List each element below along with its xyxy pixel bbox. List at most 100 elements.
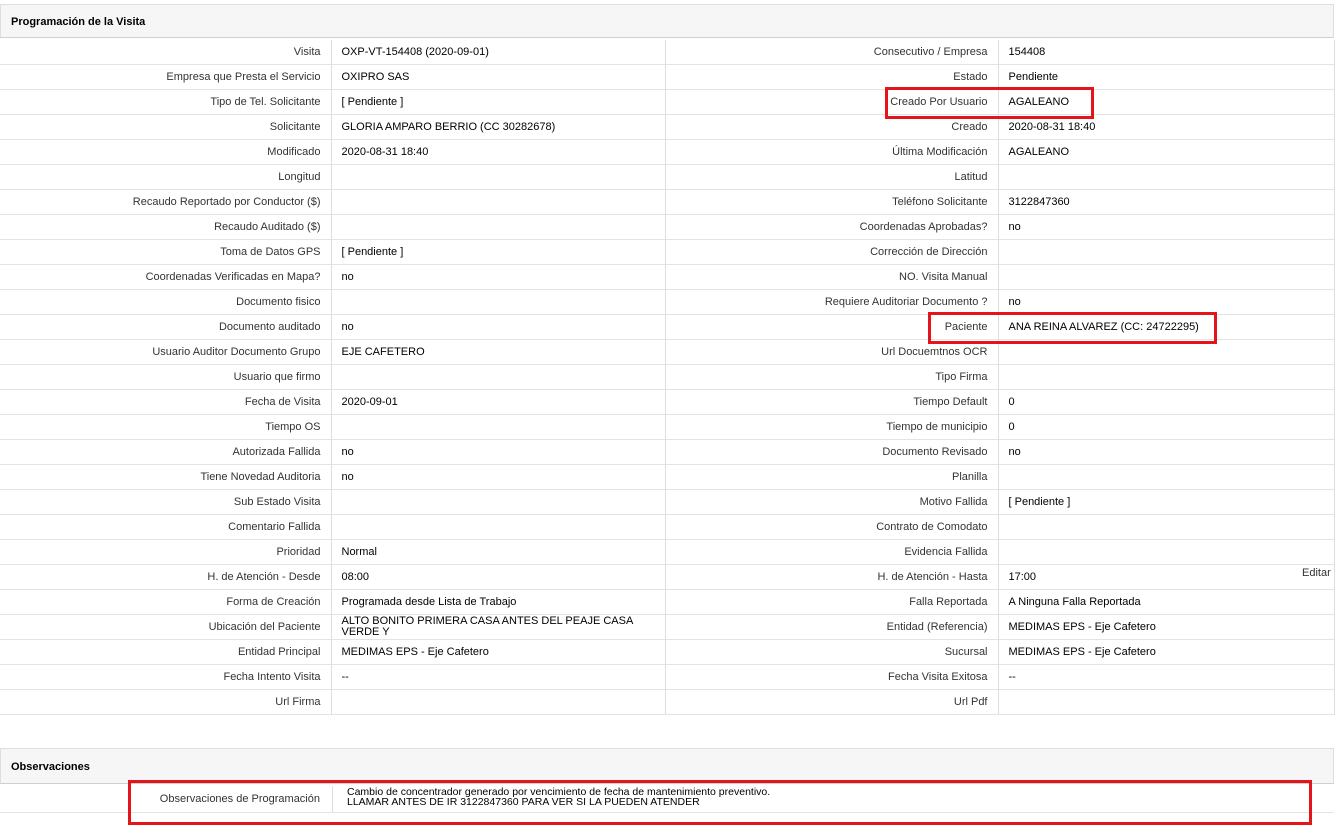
field-label: Corrección de Dirección — [665, 239, 998, 265]
field-label: Tiempo Default — [665, 389, 998, 415]
field-label: Recaudo Auditado ($) — [0, 214, 331, 240]
field-value — [997, 239, 1335, 265]
field-value: EJE CAFETERO — [330, 339, 666, 365]
table-row: Tiene Novedad Auditoria no Planilla — [0, 464, 1335, 490]
table-row: Longitud Latitud — [0, 164, 1335, 190]
table-row: Solicitante GLORIA AMPARO BERRIO (CC 3028… — [0, 114, 1335, 140]
field-value — [997, 164, 1335, 190]
field-value: 3122847360 — [997, 189, 1335, 215]
field-value: no — [330, 264, 666, 290]
editar-link[interactable]: Editar — [1302, 567, 1331, 579]
field-label: Paciente — [665, 314, 998, 340]
field-label: Planilla — [665, 464, 998, 490]
table-row: H. de Atención - Desde 08:00 H. de Atenció… — [0, 564, 1335, 590]
field-value: 17:00 — [997, 564, 1335, 590]
field-value: 2020-08-31 18:40 — [997, 114, 1335, 140]
field-value — [997, 364, 1335, 390]
table-row: Prioridad Normal Evidencia Fallida — [0, 539, 1335, 565]
field-label: Tipo de Tel. Solicitante — [0, 89, 331, 115]
section-title: Observaciones — [11, 761, 90, 773]
field-label: Ubicación del Paciente — [0, 614, 331, 640]
observaciones-value: Cambio de concentrador generado por venc… — [332, 786, 1332, 812]
field-label: NO. Visita Manual — [665, 264, 998, 290]
field-label: Evidencia Fallida — [665, 539, 998, 565]
table-row: Entidad Principal MEDIMAS EPS - Eje Cafet… — [0, 639, 1335, 665]
field-value: no — [330, 314, 666, 340]
field-label: Prioridad — [0, 539, 331, 565]
field-value — [330, 489, 666, 515]
table-row: Documento fisico Requiere Auditoriar Docu… — [0, 289, 1335, 315]
field-value: ALTO BONITO PRIMERA CASA ANTES DEL PEAJE… — [330, 614, 666, 640]
field-value: MEDIMAS EPS - Eje Cafetero — [997, 614, 1335, 640]
field-value — [997, 464, 1335, 490]
field-label: Longitud — [0, 164, 331, 190]
table-row: Forma de Creación Programada desde Lista … — [0, 589, 1335, 615]
field-label: Fecha Intento Visita — [0, 664, 331, 690]
field-value: AGALEANO — [997, 89, 1335, 115]
table-row: Empresa que Presta el Servicio OXIPRO SAS… — [0, 64, 1335, 90]
field-value: 154408 — [997, 40, 1335, 65]
table-row: Visita OXP-VT-154408 (2020-09-01) Consecut… — [0, 40, 1335, 65]
section-title: Programación de la Visita — [11, 16, 146, 28]
field-label: Usuario Auditor Documento Grupo — [0, 339, 331, 365]
field-value — [997, 339, 1335, 365]
field-value: MEDIMAS EPS - Eje Cafetero — [997, 639, 1335, 665]
field-label: Consecutivo / Empresa — [665, 40, 998, 65]
field-label: H. de Atención - Desde — [0, 564, 331, 590]
field-label: Sucursal — [665, 639, 998, 665]
field-label: Requiere Auditoriar Documento ? — [665, 289, 998, 315]
table-row: Tiempo OS Tiempo de municipio 0 — [0, 414, 1335, 440]
field-label: Recaudo Reportado por Conductor ($) — [0, 189, 331, 215]
table-row: Fecha de Visita 2020-09-01 Tiempo Default… — [0, 389, 1335, 415]
table-row: Recaudo Auditado ($) Coordenadas Aprobada… — [0, 214, 1335, 240]
field-value: OXP-VT-154408 (2020-09-01) — [330, 40, 666, 65]
field-value — [330, 189, 666, 215]
table-row: Fecha Intento Visita -- Fecha Visita Exit… — [0, 664, 1335, 690]
field-value: [ Pendiente ] — [330, 239, 666, 265]
field-label: Comentario Fallida — [0, 514, 331, 540]
field-label: Creado — [665, 114, 998, 140]
table-row: Modificado 2020-08-31 18:40 Última Modific… — [0, 139, 1335, 165]
field-value: no — [997, 439, 1335, 465]
field-label: Tiene Novedad Auditoria — [0, 464, 331, 490]
field-label: Documento fisico — [0, 289, 331, 315]
field-value — [330, 214, 666, 240]
field-value: Pendiente — [997, 64, 1335, 90]
visit-details-table: Visita OXP-VT-154408 (2020-09-01) Consecut… — [0, 40, 1335, 715]
table-row: Sub Estado Visita Motivo Fallida[ Pendien… — [0, 489, 1335, 515]
field-label: Estado — [665, 64, 998, 90]
field-value: 08:00 — [330, 564, 666, 590]
field-value — [330, 514, 666, 540]
field-label: Latitud — [665, 164, 998, 190]
table-row: Ubicación del Paciente ALTO BONITO PRIMER… — [0, 614, 1335, 640]
field-label: Usuario que firmo — [0, 364, 331, 390]
field-value: Normal — [330, 539, 666, 565]
field-value — [330, 364, 666, 390]
field-label: Coordenadas Aprobadas? — [665, 214, 998, 240]
field-label: Autorizada Fallida — [0, 439, 331, 465]
field-value: no — [330, 464, 666, 490]
field-value: 2020-08-31 18:40 — [330, 139, 666, 165]
field-label: Documento auditado — [0, 314, 331, 340]
table-row: Recaudo Reportado por Conductor ($) Teléf… — [0, 189, 1335, 215]
field-value: [ Pendiente ] — [997, 489, 1335, 515]
field-value: 2020-09-01 — [330, 389, 666, 415]
field-label: Modificado — [0, 139, 331, 165]
field-value — [997, 264, 1335, 290]
section-header-programacion: Programación de la Visita — [0, 4, 1334, 38]
field-label: Tipo Firma — [665, 364, 998, 390]
field-label: Contrato de Comodato — [665, 514, 998, 540]
field-value — [330, 164, 666, 190]
field-value: [ Pendiente ] — [330, 89, 666, 115]
field-value: -- — [330, 664, 666, 690]
field-value: ANA REINA ALVAREZ (CC: 24722295) — [997, 314, 1335, 340]
observaciones-line: LLAMAR ANTES DE IR 3122847360 PARA VER S… — [347, 796, 700, 808]
field-label: Motivo Fallida — [665, 489, 998, 515]
field-value: Programada desde Lista de Trabajo — [330, 589, 666, 615]
field-label: Tiempo OS — [0, 414, 331, 440]
field-value: 0 — [997, 414, 1335, 440]
field-label: Entidad (Referencia) — [665, 614, 998, 640]
field-label: Sub Estado Visita — [0, 489, 331, 515]
field-label: Url Pdf — [665, 689, 998, 715]
field-label: Fecha Visita Exitosa — [665, 664, 998, 690]
